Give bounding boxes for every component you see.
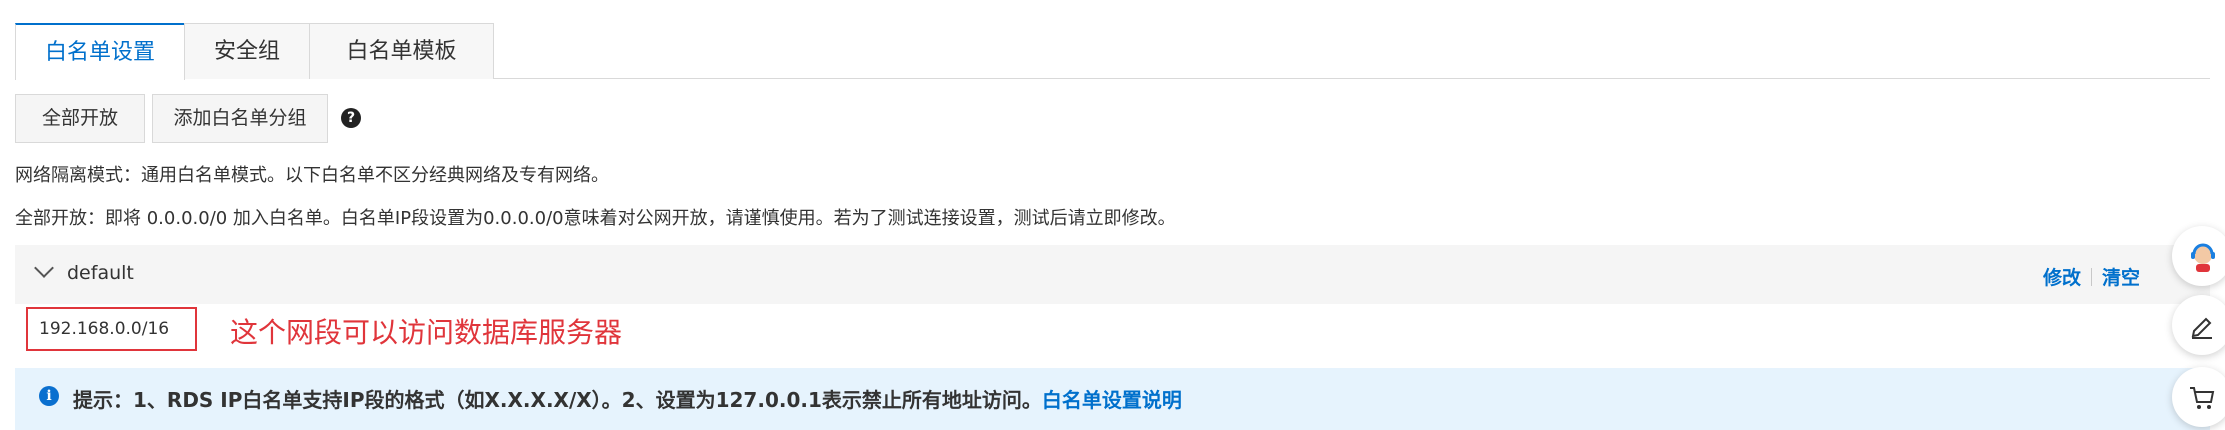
whitelist-help-link[interactable]: 白名单设置说明 [1042,388,1182,412]
clear-group-link[interactable]: 清空 [2102,267,2140,289]
ip-annotation: 这个网段可以访问数据库服务器 [230,316,623,349]
edit-icon [2191,317,2212,339]
chevron-down-icon[interactable] [34,258,54,278]
group-name: default [67,262,134,284]
whitelist-ip-entry: 192.168.0.0/16 [26,307,197,351]
help-icon[interactable]: ? [341,108,361,128]
support-agent-icon [2191,243,2215,272]
cart-icon [2190,387,2215,409]
add-whitelist-group-button[interactable]: 添加白名单分组 [152,94,328,143]
tip-banner: i 提示：1、RDS IP白名单支持IP段的格式（如X.X.X.X/X）。2、设… [15,368,2210,430]
group-actions: 修改 清空 [2043,263,2140,290]
tab-whitelist-template[interactable]: 白名单模板 [309,23,494,79]
support-agent-button[interactable] [2172,226,2225,286]
tip-message: 提示：1、RDS IP白名单支持IP段的格式（如X.X.X.X/X）。2、设置为… [73,388,1042,412]
tab-security-group[interactable]: 安全组 [184,23,310,79]
tab-whitelist-settings[interactable]: 白名单设置 [15,23,185,80]
whitelist-group-header: default 修改 清空 [15,245,2210,304]
open-all-note-text: 全部开放：即将 0.0.0.0/0 加入白名单。白名单IP段设置为0.0.0.0… [15,208,1176,229]
cart-button[interactable] [2172,367,2225,427]
info-icon: i [39,386,59,406]
open-all-button[interactable]: 全部开放 [15,94,145,143]
edit-group-link[interactable]: 修改 [2043,267,2081,289]
network-mode-text: 网络隔离模式：通用白名单模式。以下白名单不区分经典网络及专有网络。 [15,165,609,186]
tab-bar: 白名单设置 安全组 白名单模板 [15,23,2210,80]
action-divider [2090,268,2092,286]
edit-feedback-button[interactable] [2172,295,2225,355]
tip-text: 提示：1、RDS IP白名单支持IP段的格式（如X.X.X.X/X）。2、设置为… [73,384,1182,413]
